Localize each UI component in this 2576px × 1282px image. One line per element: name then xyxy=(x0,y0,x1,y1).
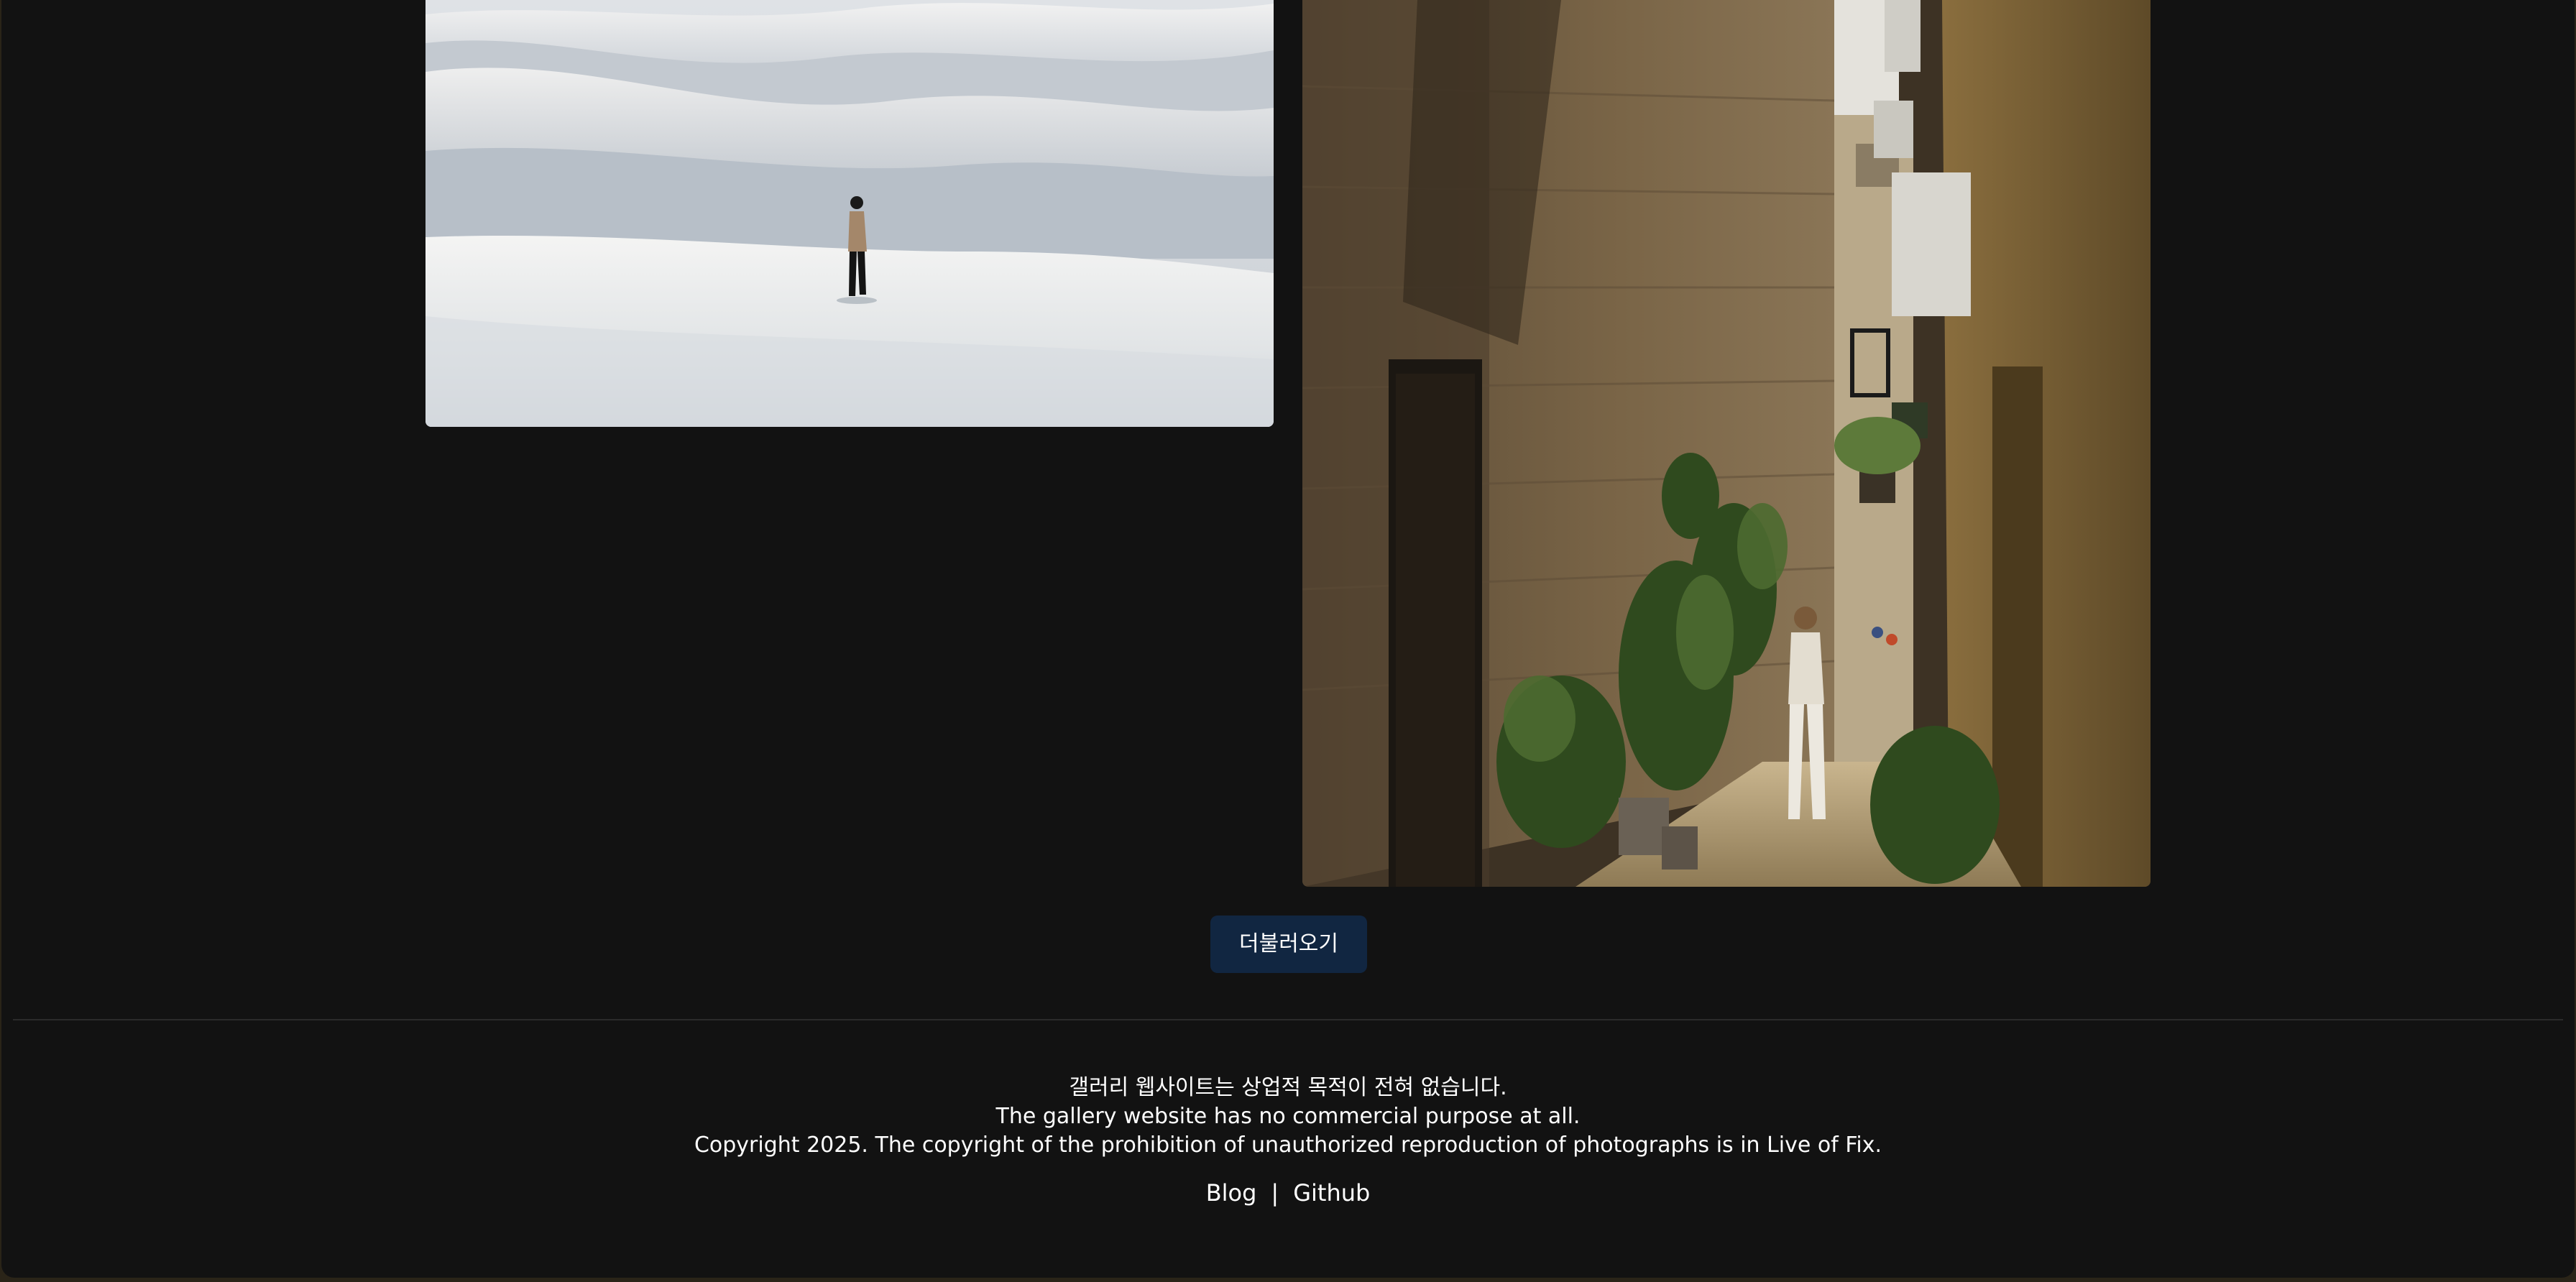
load-more-button[interactable]: 더불러오기 xyxy=(1210,916,1367,973)
footer-links: Blog | Github xyxy=(1,1179,2575,1207)
link-separator: | xyxy=(1271,1179,1279,1207)
gallery-photo-dunes[interactable] xyxy=(426,0,1274,427)
footer-divider xyxy=(13,1019,2563,1020)
dunes-image xyxy=(426,0,1274,427)
page: 더불러오기 갤러리 웹사이트는 상업적 목적이 전혀 없습니다. The gal… xyxy=(1,0,2575,1278)
gallery-photo-alley[interactable] xyxy=(1302,0,2150,887)
footer-notice-ko: 갤러리 웹사이트는 상업적 목적이 전혀 없습니다. xyxy=(1069,1075,1507,1100)
footer-copyright: Copyright 2025. The copyright of the pro… xyxy=(694,1133,1882,1158)
footer: 갤러리 웹사이트는 상업적 목적이 전혀 없습니다. The gallery w… xyxy=(1,1074,2575,1207)
alley-image xyxy=(1302,0,2150,887)
github-link[interactable]: Github xyxy=(1293,1179,1370,1207)
blog-link[interactable]: Blog xyxy=(1206,1179,1257,1207)
footer-notice-en: The gallery website has no commercial pu… xyxy=(995,1104,1581,1129)
